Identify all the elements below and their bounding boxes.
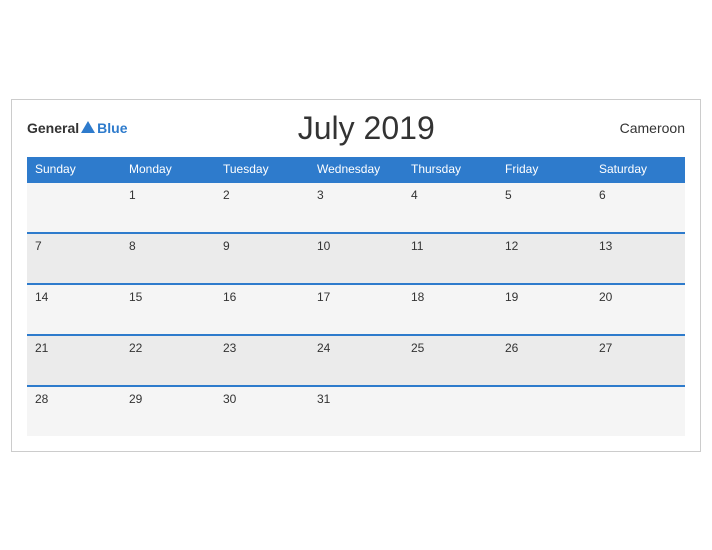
day-cell: 30	[215, 386, 309, 436]
calendar-header: General Blue July 2019 Cameroon	[27, 110, 685, 147]
day-header-tuesday: Tuesday	[215, 157, 309, 182]
day-cell	[27, 182, 121, 233]
day-cell: 8	[121, 233, 215, 284]
day-header-thursday: Thursday	[403, 157, 497, 182]
day-cell: 7	[27, 233, 121, 284]
day-cell: 23	[215, 335, 309, 386]
day-cell: 31	[309, 386, 403, 436]
week-row-1: 78910111213	[27, 233, 685, 284]
logo-blue-text: Blue	[97, 120, 127, 136]
day-cell	[403, 386, 497, 436]
day-cell: 4	[403, 182, 497, 233]
week-row-3: 21222324252627	[27, 335, 685, 386]
day-cell: 17	[309, 284, 403, 335]
day-cell	[497, 386, 591, 436]
day-cell: 3	[309, 182, 403, 233]
day-header-wednesday: Wednesday	[309, 157, 403, 182]
day-header-saturday: Saturday	[591, 157, 685, 182]
day-cell: 29	[121, 386, 215, 436]
day-cell	[591, 386, 685, 436]
day-cell: 22	[121, 335, 215, 386]
day-cell: 13	[591, 233, 685, 284]
day-cell: 11	[403, 233, 497, 284]
country-label: Cameroon	[605, 120, 685, 136]
calendar-grid: SundayMondayTuesdayWednesdayThursdayFrid…	[27, 157, 685, 436]
day-cell: 10	[309, 233, 403, 284]
day-header-sunday: Sunday	[27, 157, 121, 182]
day-cell: 16	[215, 284, 309, 335]
day-cell: 5	[497, 182, 591, 233]
day-cell: 18	[403, 284, 497, 335]
day-cell: 26	[497, 335, 591, 386]
logo-triangle-icon	[81, 121, 95, 133]
logo-general-text: General	[27, 120, 79, 136]
day-cell: 28	[27, 386, 121, 436]
week-row-4: 28293031	[27, 386, 685, 436]
day-cell: 9	[215, 233, 309, 284]
week-row-0: 123456	[27, 182, 685, 233]
day-cell: 12	[497, 233, 591, 284]
day-header-monday: Monday	[121, 157, 215, 182]
calendar-container: General Blue July 2019 Cameroon SundayMo…	[11, 99, 701, 452]
day-cell: 20	[591, 284, 685, 335]
day-cell: 24	[309, 335, 403, 386]
day-cell: 1	[121, 182, 215, 233]
day-cell: 19	[497, 284, 591, 335]
day-cell: 2	[215, 182, 309, 233]
day-header-friday: Friday	[497, 157, 591, 182]
day-cell: 14	[27, 284, 121, 335]
day-cell: 27	[591, 335, 685, 386]
day-cell: 15	[121, 284, 215, 335]
day-cell: 6	[591, 182, 685, 233]
calendar-title: July 2019	[298, 110, 435, 147]
day-cell: 21	[27, 335, 121, 386]
logo: General Blue	[27, 120, 127, 136]
week-row-2: 14151617181920	[27, 284, 685, 335]
day-cell: 25	[403, 335, 497, 386]
days-header-row: SundayMondayTuesdayWednesdayThursdayFrid…	[27, 157, 685, 182]
